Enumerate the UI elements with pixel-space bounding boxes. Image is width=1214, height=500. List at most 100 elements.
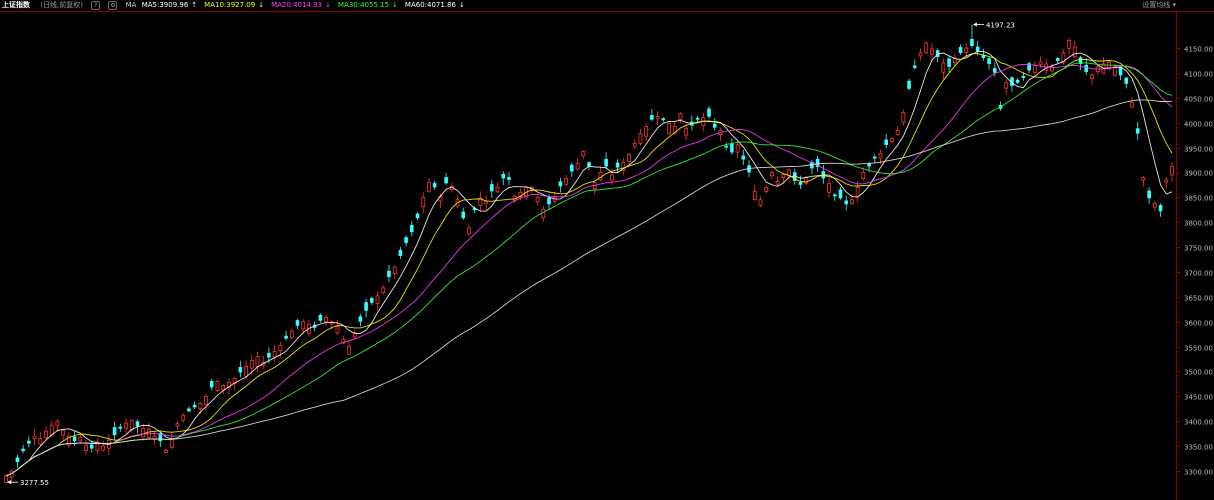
candle-body-down [1124,77,1129,84]
ma30-line [5,62,1173,477]
candle-body-up [1152,202,1157,208]
candle-body-up [221,385,226,391]
y-tick-label: 3900.00 [1184,170,1213,178]
candle-body-up [667,123,671,134]
ma5-line [5,50,1173,477]
candle-body-up [381,287,386,294]
candle-body-down [444,177,448,184]
y-tick-label: 3600.00 [1184,320,1213,328]
candle-body-down [661,118,666,121]
candle-body-up [1130,102,1134,108]
candle-body-down [707,108,711,117]
candlestick-chart[interactable]: 4150.00 4100.00 4050.00 4000.00 3950.00 3900.… [0,0,1214,500]
y-tick-label: 3300.00 [1184,469,1213,477]
ma20-line [5,64,1173,477]
y-tick-label: 3700.00 [1184,270,1213,278]
candle-body-up [375,295,380,304]
candle-body-up [129,419,134,431]
candle-body-down [507,177,511,180]
candle-body-up [1141,176,1146,181]
candle-body-up [575,163,580,170]
candle-body-down [947,58,951,67]
candle-body-up [1004,82,1009,89]
candle-body-down [192,404,197,408]
candle-body-down [987,58,991,64]
candle-body-up [609,174,614,181]
candle-body-up [55,420,60,427]
y-tick-label: 3500.00 [1184,369,1213,377]
candle-body-up [255,356,260,367]
candle-body-up [890,138,894,142]
candle-body-up [78,436,83,442]
y-tick-label: 3550.00 [1184,345,1213,353]
y-tick-label: 3650.00 [1184,295,1213,303]
candle-body-down [370,298,374,303]
candle-body-down [461,211,466,219]
candle-body-up [684,128,689,136]
candle-body-down [410,225,414,233]
candle-body-down [558,181,563,187]
candle-body-up [4,475,8,483]
candle-body-up [1038,61,1043,65]
candle-body-up [467,227,471,235]
candle-body-up [289,331,294,339]
candle-body-up [930,48,934,55]
candle-body-down [364,302,368,311]
candle-body-up [770,172,774,177]
candle-body-down [238,367,243,373]
candle-body-down [284,335,288,339]
candle-body-up [164,449,168,453]
candle-body-down [970,38,974,47]
candle-body-up [38,438,43,445]
candle-body-up [655,116,660,120]
candle-body-down [730,143,734,153]
candle-body-up [181,414,186,421]
candle-body-up [1072,46,1077,58]
candle-body-up [781,174,786,179]
candle-body-up [644,126,649,137]
candle-body-up [204,395,208,405]
candle-body-down [490,184,494,192]
candle-body-down [650,115,654,120]
high-annotation-label: 4197.23 [986,21,1015,29]
y-tick-label: 3800.00 [1184,220,1213,228]
y-tick-label: 3450.00 [1184,394,1213,402]
candle-body-down [1055,58,1060,61]
candle-body-up [421,196,426,208]
candle-body-down [884,139,889,146]
candle-body-up [638,133,643,144]
candle-body-down [118,426,123,429]
candle-body-up [61,429,66,436]
candle-body-down [112,427,117,436]
candle-body-up [324,317,328,323]
candle-body-down [1084,64,1089,72]
candle-body-down [838,189,843,199]
candle-body-down [1135,128,1140,134]
candle-body-up [924,42,929,53]
candle-body-up [758,199,763,206]
candle-body-up [1164,179,1169,183]
candle-body-down [318,314,323,321]
candle-body-up [141,427,146,438]
candle-body-down [358,316,363,322]
candle-body-down [912,65,917,68]
candle-body-up [175,423,180,427]
candle-body-down [27,440,31,444]
candle-body-down [209,381,214,388]
candle-body-up [632,143,637,147]
candle-body-up [895,130,900,136]
candle-body-down [867,163,871,167]
candle-body-down [872,156,877,159]
candle-body-down [1021,75,1026,78]
candle-body-up [392,266,397,275]
candle-body-up [278,345,283,351]
candle-body-up [581,151,586,157]
candle-body-up [124,422,128,429]
candle-body-up [901,112,906,123]
low-annotation-label: 3277.55 [20,479,49,487]
candle-body-up [861,172,866,180]
candle-body-down [135,421,140,427]
high-annotation-arrowhead [972,22,977,27]
y-tick-label: 4000.00 [1184,121,1213,129]
candle-body-up [764,186,769,192]
